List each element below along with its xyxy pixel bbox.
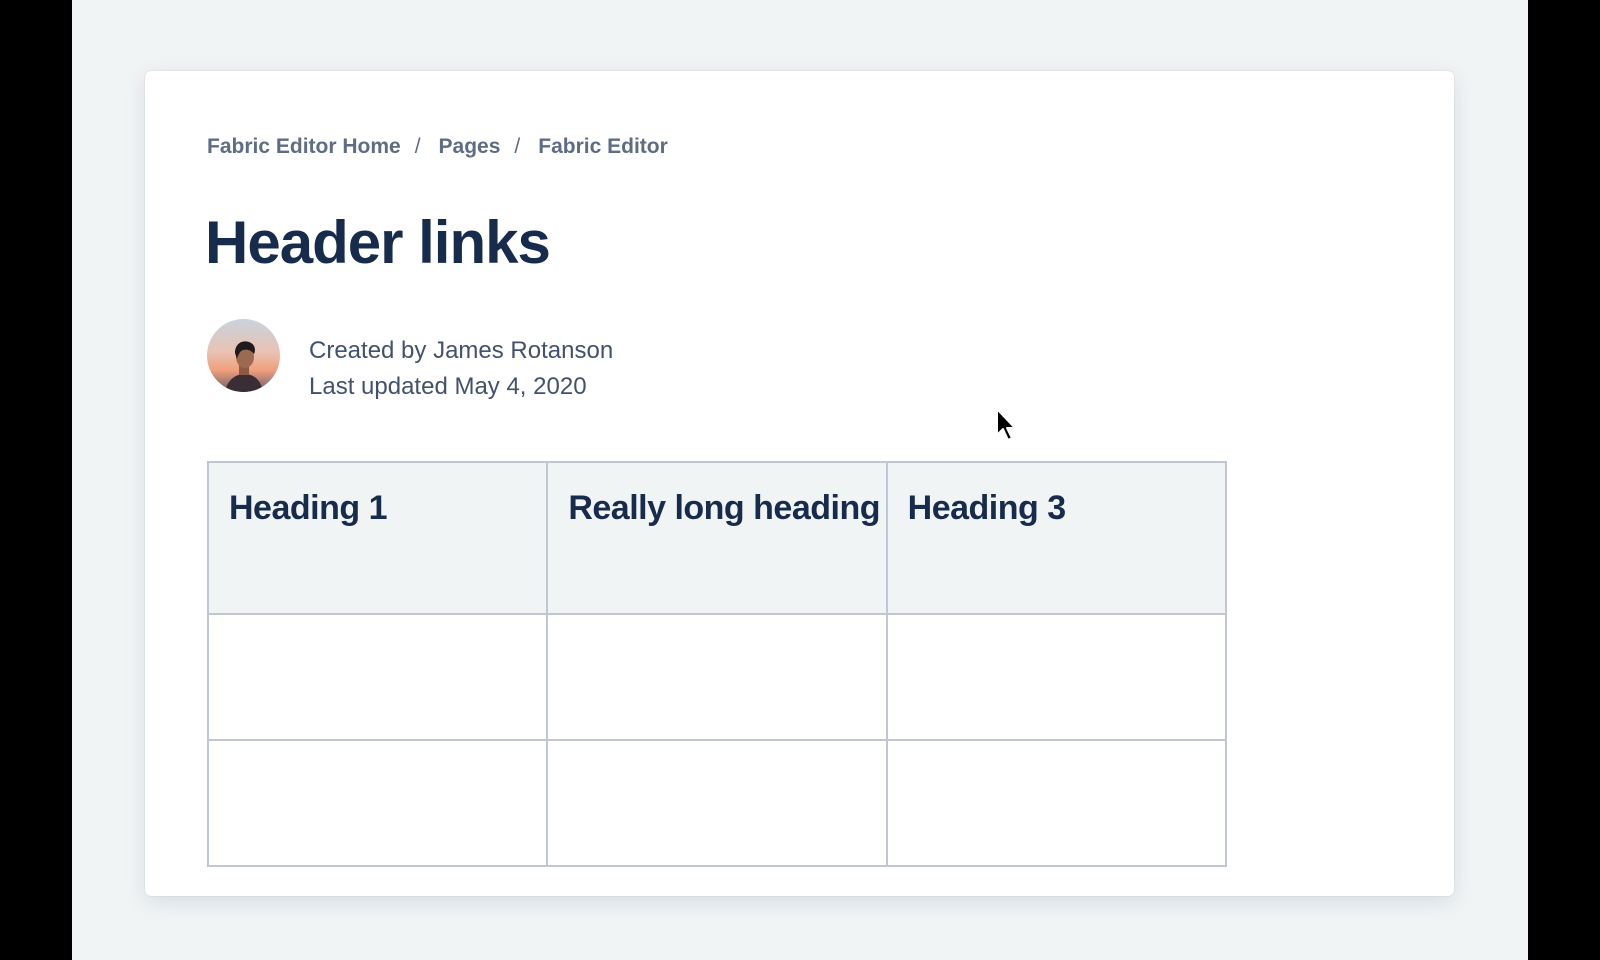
breadcrumb-item-pages[interactable]: Pages — [439, 135, 501, 159]
mouse-pointer-icon — [996, 408, 1016, 441]
table-cell[interactable] — [206, 613, 549, 741]
created-by-text: Created by James Rotanson — [309, 337, 614, 364]
table-row — [206, 613, 1228, 741]
breadcrumb: Fabric Editor Home / Pages / Fabric Edit… — [207, 135, 668, 159]
content-table: Heading 1 Really long heading Heading 3 — [206, 461, 1228, 867]
avatar[interactable] — [207, 319, 280, 392]
table-header-cell[interactable]: Heading 3 — [885, 461, 1228, 615]
table-cell[interactable] — [546, 739, 888, 867]
table-cell[interactable] — [206, 739, 549, 867]
table-cell[interactable] — [546, 613, 888, 741]
breadcrumb-separator: / — [514, 135, 521, 158]
breadcrumb-item-home[interactable]: Fabric Editor Home — [207, 135, 401, 159]
app-viewport: Fabric Editor Home / Pages / Fabric Edit… — [72, 0, 1528, 960]
last-updated-text: Last updated May 4, 2020 — [309, 373, 587, 400]
content-table-wrapper: Heading 1 Really long heading Heading 3 — [206, 461, 1228, 867]
table-header-row: Heading 1 Really long heading Heading 3 — [206, 461, 1228, 615]
author-meta: Created by James Rotanson Last updated M… — [309, 333, 613, 405]
table-row — [206, 739, 1228, 867]
table-cell[interactable] — [885, 613, 1228, 741]
breadcrumb-item-fabric-editor[interactable]: Fabric Editor — [538, 135, 668, 159]
breadcrumb-separator: / — [414, 135, 421, 158]
table-header-cell[interactable]: Heading 1 — [206, 461, 549, 615]
page-title: Header links — [205, 209, 551, 276]
table-cell[interactable] — [885, 739, 1228, 867]
author-photo-icon — [207, 319, 280, 392]
table-header-cell[interactable]: Really long heading — [546, 461, 888, 615]
